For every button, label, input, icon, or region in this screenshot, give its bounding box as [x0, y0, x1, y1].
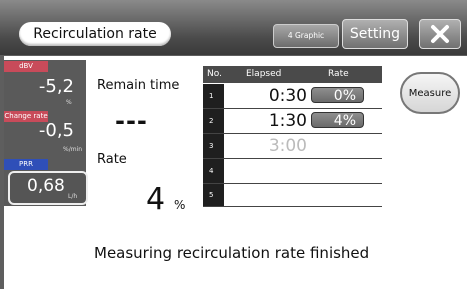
row-number: 3	[203, 134, 224, 158]
rate-unit: %	[174, 198, 186, 212]
row-number: 2	[203, 109, 224, 133]
row-number: 1	[203, 84, 224, 108]
status-message: Measuring recirculation rate finished	[94, 244, 370, 262]
change-rate-unit: %/min	[63, 146, 83, 153]
measure-button[interactable]: Measure	[400, 72, 460, 114]
remain-time-value: ---	[115, 107, 148, 135]
row-number: 4	[203, 159, 224, 183]
rate-cell: 4%	[311, 112, 364, 129]
table-header: No. Elapsed Rate	[203, 66, 382, 83]
table-row: 1 0:30 0%	[203, 84, 382, 109]
table-row: 2 1:30 4%	[203, 109, 382, 134]
remain-time-label: Remain time	[97, 78, 180, 93]
col-elapsed-header: Elapsed	[246, 69, 282, 79]
rate-cell: 0%	[311, 87, 364, 104]
table-row: 5	[203, 184, 382, 207]
rate-value: 4	[146, 182, 166, 217]
close-icon	[431, 25, 449, 43]
dbv-unit: %	[66, 99, 72, 106]
prr-label: PRR	[4, 159, 48, 170]
elapsed-cell: 1:30	[268, 111, 307, 131]
prr-unit: L/h	[68, 193, 78, 200]
dbv-label: dBV	[4, 61, 48, 72]
col-rate-header: Rate	[328, 69, 349, 79]
row-number: 5	[203, 184, 224, 206]
rate-label: Rate	[97, 152, 127, 167]
close-button[interactable]	[419, 19, 461, 49]
change-rate-value: -0,5	[38, 120, 74, 141]
table-row: 4	[203, 159, 382, 184]
prr-value: 0,68	[27, 176, 65, 196]
dbv-value: -5,2	[38, 76, 74, 97]
setting-button[interactable]: Setting	[342, 19, 408, 49]
elapsed-cell: 3:00	[268, 136, 307, 156]
elapsed-cell: 0:30	[268, 86, 307, 106]
measurement-table: No. Elapsed Rate 1 0:30 0% 2 1:30 4% 3 3…	[203, 66, 382, 207]
page-title: Recirculation rate	[19, 22, 171, 46]
col-no-header: No.	[207, 69, 222, 79]
table-row: 3 3:00	[203, 134, 382, 159]
graphic-button[interactable]: 4 Graphic	[273, 24, 339, 48]
